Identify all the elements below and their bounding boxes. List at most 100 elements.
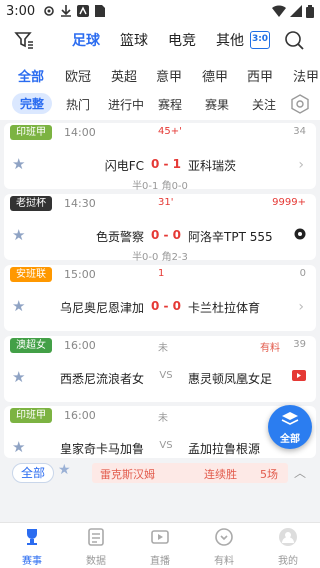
match-card[interactable]: 老挝杯 14:30 31' 9999+ ★ 色贡警察 0 - 0 阿洛辛TPT … bbox=[4, 194, 316, 263]
away-team: 惠灵顿凤凰女足 bbox=[188, 372, 273, 386]
download-status-icon bbox=[61, 5, 72, 17]
match-count: 0 bbox=[299, 268, 306, 279]
streak-label: 连续胜 bbox=[204, 468, 237, 481]
home-team: 皇家奇卡马加鲁 bbox=[59, 442, 144, 456]
match-card[interactable]: 印班甲 14:00 45+' 34 ★ 闪电FC 0 - 1 亚科瑞茨 › 半0… bbox=[4, 123, 316, 192]
settings-status-icon bbox=[44, 6, 55, 16]
match-substats: 半0-1 角0-0 bbox=[132, 181, 188, 192]
home-team: 闪电FC bbox=[104, 159, 144, 173]
scoreboard-icon[interactable]: 3:0 bbox=[250, 31, 270, 49]
kickoff-time: 14:00 bbox=[64, 126, 96, 139]
league-tab[interactable]: 德甲 bbox=[202, 66, 228, 85]
match-count: 39 bbox=[293, 339, 306, 350]
battery-icon bbox=[306, 4, 314, 18]
filter-follow[interactable]: 关注 bbox=[252, 96, 276, 113]
home-team: 色贡警察 bbox=[95, 230, 144, 244]
match-score: 0 - 0 bbox=[150, 228, 182, 242]
score-home: 0 bbox=[150, 299, 160, 313]
score-home: 0 bbox=[150, 228, 160, 242]
league-tab[interactable]: 欧冠 bbox=[65, 66, 91, 85]
score-away: 0 bbox=[172, 299, 182, 313]
sim-status-icon bbox=[95, 5, 106, 17]
match-vs: VS bbox=[159, 370, 173, 381]
match-score: 0 - 1 bbox=[150, 157, 182, 171]
match-status: 未 bbox=[158, 413, 168, 424]
bottom-tab-label: 数据 bbox=[86, 556, 106, 567]
all-button[interactable]: 全部 bbox=[12, 463, 55, 483]
match-count: 34 bbox=[293, 126, 306, 137]
kickoff-time: 15:00 bbox=[64, 268, 96, 281]
float-button-label: 全部 bbox=[280, 434, 300, 445]
bottom-tab-label: 赛事 bbox=[22, 556, 42, 567]
video-icon[interactable] bbox=[292, 370, 306, 381]
favorite-star-icon[interactable]: ★ bbox=[12, 368, 25, 386]
filter-results[interactable]: 赛果 bbox=[205, 96, 229, 113]
status-right bbox=[272, 4, 314, 18]
league-tag: 老挝杯 bbox=[10, 196, 52, 211]
bottom-tab-label: 我的 bbox=[278, 556, 298, 567]
chevron-up-icon[interactable]: ︿ bbox=[294, 464, 306, 481]
wifi-icon bbox=[272, 5, 286, 17]
bottom-tab-matches[interactable]: 赛事 bbox=[0, 523, 64, 568]
tab-esports[interactable]: 电竞 bbox=[168, 30, 196, 50]
signal-icon bbox=[290, 5, 302, 17]
league-tag: 安班联 bbox=[10, 267, 52, 282]
tab-basketball[interactable]: 篮球 bbox=[120, 30, 148, 50]
settings-icon[interactable] bbox=[290, 94, 310, 114]
streak-strip[interactable]: 雷克斯汉姆 连续胜 5场 bbox=[92, 463, 288, 483]
sport-tabs: 足球 篮球 电竞 其他 bbox=[72, 22, 244, 58]
away-team: 孟加拉鲁根源 bbox=[188, 442, 261, 456]
layers-icon bbox=[281, 412, 299, 425]
filter-complete[interactable]: 完整 bbox=[12, 93, 53, 114]
score-away: 0 bbox=[172, 228, 182, 242]
filter-hot[interactable]: 热门 bbox=[66, 96, 90, 113]
search-icon[interactable] bbox=[284, 30, 304, 50]
league-tab[interactable]: 西甲 bbox=[247, 66, 273, 85]
trophy-icon bbox=[27, 529, 37, 545]
favorite-star-icon[interactable]: ★ bbox=[12, 155, 25, 173]
top-nav: 足球 篮球 电竞 其他 3:0 bbox=[0, 22, 320, 58]
league-tag: 印班甲 bbox=[10, 125, 52, 140]
tab-football[interactable]: 足球 bbox=[72, 30, 100, 50]
league-tag: 印班甲 bbox=[10, 408, 52, 423]
away-team: 阿洛辛TPT 555 bbox=[188, 230, 273, 244]
match-status: 未 bbox=[158, 343, 168, 354]
streak-bar: 全部 ★ 雷克斯汉姆 连续胜 5场 ︿ bbox=[0, 460, 320, 486]
bottom-tab-data[interactable]: 数据 bbox=[64, 523, 128, 568]
league-tab[interactable]: 全部 bbox=[18, 66, 44, 85]
bottom-tab-live[interactable]: 直播 bbox=[128, 523, 192, 568]
match-card[interactable]: 安班联 15:00 1 0 ★ 乌尼奥尼恩津加 0 - 0 卡兰杜拉体育 › bbox=[4, 265, 316, 331]
user-icon bbox=[279, 528, 297, 546]
match-status: 45+' bbox=[158, 126, 182, 137]
match-status: 31' bbox=[158, 197, 174, 208]
league-tab[interactable]: 法甲 bbox=[293, 66, 319, 85]
match-status: 1 bbox=[158, 268, 165, 279]
away-team: 亚科瑞茨 bbox=[188, 159, 237, 173]
tab-other[interactable]: 其他 bbox=[216, 30, 244, 50]
league-tab[interactable]: 意甲 bbox=[156, 66, 182, 85]
bottom-tab-me[interactable]: 我的 bbox=[256, 523, 320, 568]
match-vs: VS bbox=[159, 440, 173, 451]
league-tab[interactable]: 英超 bbox=[111, 66, 137, 85]
match-count: 9999+ bbox=[272, 197, 306, 208]
bottom-tab-tips[interactable]: 有料 bbox=[192, 523, 256, 568]
kickoff-time: 16:00 bbox=[64, 339, 96, 352]
filter-live[interactable]: 进行中 bbox=[108, 96, 144, 113]
away-team: 卡兰杜拉体育 bbox=[188, 301, 261, 315]
filter-schedule[interactable]: 赛程 bbox=[158, 96, 182, 113]
tips-icon bbox=[215, 528, 233, 546]
match-score: 0 - 0 bbox=[150, 299, 182, 313]
star-icon[interactable]: ★ bbox=[58, 462, 71, 478]
favorite-star-icon[interactable]: ★ bbox=[12, 438, 25, 456]
all-leagues-float-button[interactable]: 全部 bbox=[268, 405, 312, 449]
streak-count: 5场 bbox=[260, 468, 278, 481]
tip-badge: 有料 bbox=[260, 343, 280, 354]
app-status-icon bbox=[77, 5, 90, 17]
filter-icon[interactable] bbox=[14, 30, 34, 50]
status-time: 3:00 bbox=[6, 3, 36, 19]
favorite-star-icon[interactable]: ★ bbox=[12, 226, 25, 244]
score-away: 1 bbox=[172, 157, 182, 171]
match-card[interactable]: 澳超女 16:00 未 有料 39 ★ 西悉尼流浪者女 VS 惠灵顿凤凰女足 bbox=[4, 336, 316, 402]
favorite-star-icon[interactable]: ★ bbox=[12, 297, 25, 315]
kickoff-time: 14:30 bbox=[64, 197, 96, 210]
